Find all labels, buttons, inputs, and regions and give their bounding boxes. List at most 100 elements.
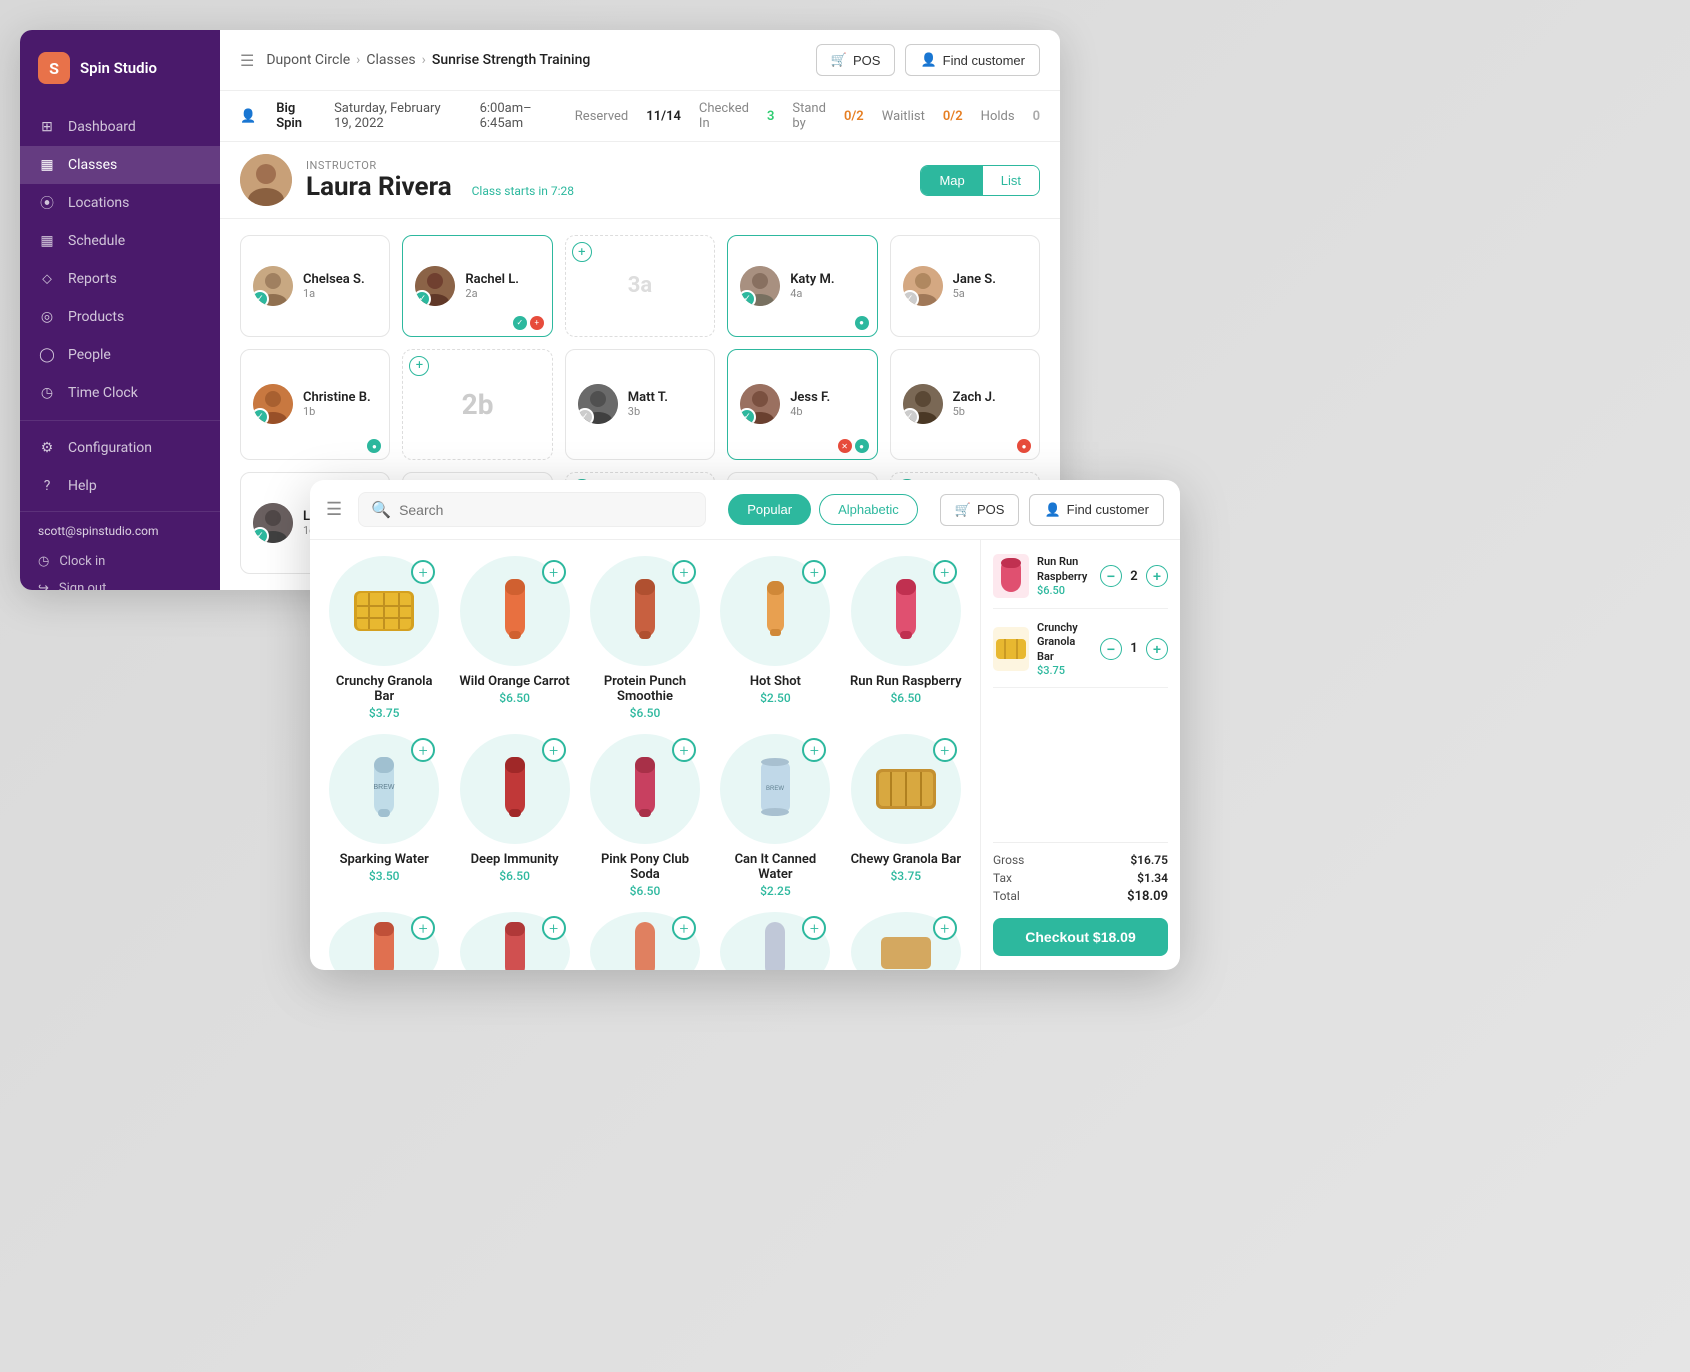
product-row3-item3[interactable]: + xyxy=(587,912,703,970)
product-pink-pony-club-soda[interactable]: + Pink Pony Club Soda $6.50 xyxy=(587,734,703,898)
product-run-run-raspberry-image: + xyxy=(851,556,961,666)
popular-filter-button[interactable]: Popular xyxy=(728,494,811,525)
badge-teal: ✓ xyxy=(513,316,527,330)
add-protein-punch-smoothie-button[interactable]: + xyxy=(672,560,696,584)
product-deep-immunity[interactable]: + Deep Immunity $6.50 xyxy=(456,734,572,898)
breadcrumb-sep-1: › xyxy=(356,52,360,68)
map-view-button[interactable]: Map xyxy=(921,166,982,195)
cart-item-run-run-raspberry-info: Run Run Raspberry $6.50 xyxy=(1037,555,1092,597)
product-hot-shot-name: Hot Shot xyxy=(750,674,801,689)
dashboard-icon: ⊞ xyxy=(38,118,56,136)
sidebar-item-locations[interactable]: ⦿ Locations xyxy=(20,184,220,222)
product-can-it-canned-water[interactable]: BREW + Can It Canned Water $2.25 xyxy=(717,734,833,898)
sidebar-item-classes[interactable]: ▦ Classes xyxy=(20,146,220,184)
pos-search-bar[interactable]: 🔍 xyxy=(358,492,706,527)
product-sparkling-water[interactable]: BREW + Sparking Water $3.50 xyxy=(326,734,442,898)
seat-5b-avatar: ✓ xyxy=(903,384,943,424)
sidebar-item-time-clock[interactable]: ◷ Time Clock xyxy=(20,374,220,412)
sidebar-item-schedule[interactable]: ▦ Schedule xyxy=(20,222,220,260)
seat-2b-add[interactable]: + xyxy=(409,356,429,376)
seat-3a[interactable]: + 3a xyxy=(565,235,715,337)
sidebar-item-dashboard[interactable]: ⊞ Dashboard xyxy=(20,108,220,146)
sidebar-item-help[interactable]: ? Help xyxy=(20,467,220,505)
product-crunchy-granola-bar[interactable]: + Crunchy Granola Bar $3.75 xyxy=(326,556,442,720)
product-run-run-raspberry[interactable]: + Run Run Raspberry $6.50 xyxy=(848,556,964,720)
add-hot-shot-button[interactable]: + xyxy=(802,560,826,584)
alphabetic-filter-button[interactable]: Alphabetic xyxy=(819,494,918,525)
product-row3-item2-image: + xyxy=(460,912,570,970)
seat-4a[interactable]: ✓ Katy M. 4a ● xyxy=(727,235,877,337)
add-crunchy-granola-bar-button[interactable]: + xyxy=(411,560,435,584)
seat-3b[interactable]: ✓ Matt T. 3b xyxy=(565,349,715,461)
sidebar-item-reports[interactable]: ⬦ Reports xyxy=(20,260,220,298)
search-input[interactable] xyxy=(399,502,693,518)
seat-1b[interactable]: ✓ Christine B. 1b ● xyxy=(240,349,390,461)
seat-5a-check: ✓ xyxy=(903,290,919,306)
seat-5b[interactable]: ✓ Zach J. 5b ● xyxy=(890,349,1040,461)
checkout-button[interactable]: Checkout $18.09 xyxy=(993,918,1168,956)
seat-3a-add[interactable]: + xyxy=(572,242,592,262)
pos-cart-button[interactable]: 🛒 POS xyxy=(940,494,1020,526)
cart-item-crunchy-granola-bar-image xyxy=(993,627,1029,671)
sign-out-button[interactable]: ↪ Sign out xyxy=(38,575,202,590)
seat-3b-info: Matt T. 3b xyxy=(628,390,668,418)
add-pink-pony-club-soda-button[interactable]: + xyxy=(672,738,696,762)
product-protein-punch-smoothie-name: Protein Punch Smoothie xyxy=(587,674,703,704)
add-sparkling-water-button[interactable]: + xyxy=(411,738,435,762)
product-chewy-granola-bar-price: $3.75 xyxy=(890,869,921,883)
seat-4b[interactable]: ✓ Jess F. 4b ✕ ● xyxy=(727,349,877,461)
add-row3-item5-button[interactable]: + xyxy=(933,916,957,940)
seat-1a-check: ✓ xyxy=(253,290,269,306)
instructor-avatar xyxy=(240,154,292,206)
person-icon-pos: 👤 xyxy=(1044,502,1060,518)
product-row3-item1[interactable]: + xyxy=(326,912,442,970)
breadcrumb-part-1: Dupont Circle xyxy=(266,52,350,68)
help-icon: ? xyxy=(38,477,56,495)
add-deep-immunity-button[interactable]: + xyxy=(542,738,566,762)
decrease-run-run-raspberry-button[interactable]: − xyxy=(1100,565,1122,587)
add-run-run-raspberry-button[interactable]: + xyxy=(933,560,957,584)
sidebar-item-configuration[interactable]: ⚙ Configuration xyxy=(20,429,220,467)
breadcrumb-menu-icon[interactable]: ☰ xyxy=(240,51,254,70)
add-chewy-granola-bar-button[interactable]: + xyxy=(933,738,957,762)
add-row3-item4-button[interactable]: + xyxy=(802,916,826,940)
increase-crunchy-granola-bar-button[interactable]: + xyxy=(1146,638,1168,660)
seat-2a[interactable]: ✓ Rachel L. 2a ✓ + xyxy=(402,235,552,337)
breadcrumb-part-3: Sunrise Strength Training xyxy=(432,52,591,68)
seat-1a[interactable]: ✓ Chelsea S. 1a xyxy=(240,235,390,337)
seat-5a[interactable]: ✓ Jane S. 5a xyxy=(890,235,1040,337)
run-run-raspberry-qty-value: 2 xyxy=(1126,569,1142,584)
sidebar-item-people[interactable]: ◯ People xyxy=(20,336,220,374)
add-wild-orange-carrot-button[interactable]: + xyxy=(542,560,566,584)
locations-icon: ⦿ xyxy=(38,194,56,212)
pos-menu-icon[interactable]: ☰ xyxy=(326,499,342,520)
product-row3-item2[interactable]: + xyxy=(456,912,572,970)
decrease-crunchy-granola-bar-button[interactable]: − xyxy=(1100,638,1122,660)
pos-filter-buttons: Popular Alphabetic xyxy=(728,494,918,525)
find-customer-button[interactable]: 👤 Find customer xyxy=(905,44,1040,76)
cart-tax-value: $1.34 xyxy=(1137,871,1168,885)
pos-button[interactable]: 🛒 POS xyxy=(816,44,896,76)
add-row3-item2-button[interactable]: + xyxy=(542,916,566,940)
add-row3-item1-button[interactable]: + xyxy=(411,916,435,940)
class-name: Big Spin xyxy=(276,101,314,131)
product-row3-item5[interactable]: + xyxy=(848,912,964,970)
product-protein-punch-smoothie[interactable]: + Protein Punch Smoothie $6.50 xyxy=(587,556,703,720)
add-can-it-canned-water-button[interactable]: + xyxy=(802,738,826,762)
badge-red-5b: ● xyxy=(1017,439,1031,453)
list-view-button[interactable]: List xyxy=(983,166,1039,195)
add-row3-item3-button[interactable]: + xyxy=(672,916,696,940)
sidebar-item-products[interactable]: ◎ Products xyxy=(20,298,220,336)
product-hot-shot[interactable]: + Hot Shot $2.50 xyxy=(717,556,833,720)
product-row3-item4[interactable]: + xyxy=(717,912,833,970)
cart-item-run-run-raspberry: Run Run Raspberry $6.50 − 2 + xyxy=(993,554,1168,609)
seat-2b[interactable]: + 2b xyxy=(402,349,552,461)
product-wild-orange-carrot[interactable]: + Wild Orange Carrot $6.50 xyxy=(456,556,572,720)
clock-in-button[interactable]: ◷ Clock in xyxy=(38,548,202,575)
product-pink-pony-club-soda-name: Pink Pony Club Soda xyxy=(587,852,703,882)
increase-run-run-raspberry-button[interactable]: + xyxy=(1146,565,1168,587)
pos-find-customer-button[interactable]: 👤 Find customer xyxy=(1029,494,1164,526)
seat-4b-avatar: ✓ xyxy=(740,384,780,424)
product-chewy-granola-bar[interactable]: + Chewy Granola Bar $3.75 xyxy=(848,734,964,898)
badge-teal-4a: ● xyxy=(855,316,869,330)
